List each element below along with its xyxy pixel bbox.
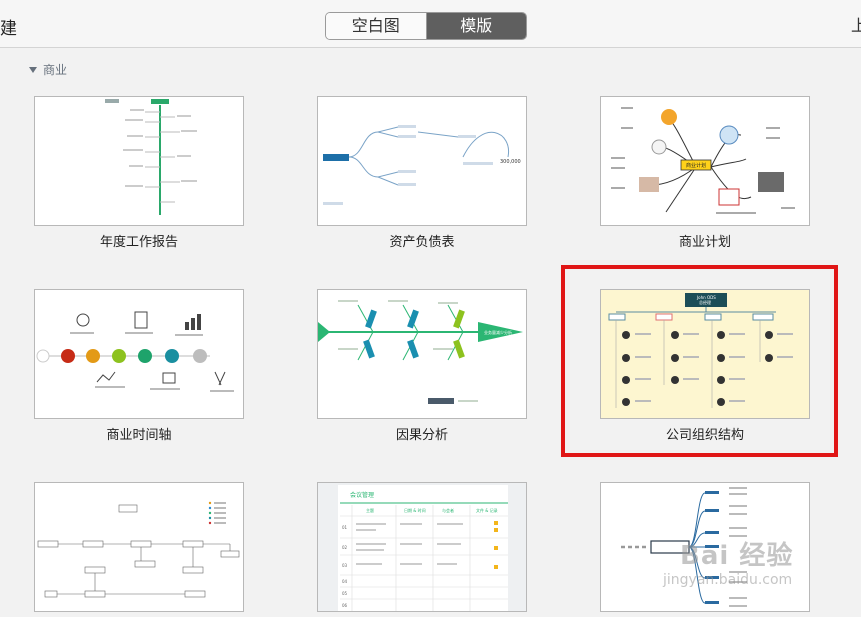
template-thumbnail: 会议管理 主题 日期 & 时间 与会者 文件 & 记录 01 02 03 04 … bbox=[317, 482, 527, 612]
template-thumbnail bbox=[34, 96, 244, 226]
template-label: 年度工作报告 bbox=[99, 235, 178, 250]
template-card-flowchart[interactable] bbox=[34, 482, 244, 617]
svg-text:总经理: 总经理 bbox=[699, 299, 711, 305]
template-label: 因果分析 bbox=[395, 428, 448, 443]
template-card-business-timeline[interactable]: 商业时间轴 bbox=[34, 289, 244, 443]
template-label: 商业计划 bbox=[678, 235, 731, 250]
collapse-triangle-icon bbox=[29, 66, 37, 73]
template-label: 商业时间轴 bbox=[106, 428, 172, 443]
svg-text:会议管理: 会议管理 bbox=[350, 491, 374, 499]
template-card-balance-sheet[interactable]: 300,000 资产负债表 bbox=[317, 96, 527, 250]
top-right-partial[interactable]: 上 bbox=[851, 12, 861, 34]
svg-text:300,000: 300,000 bbox=[500, 159, 521, 165]
watermark-logo: Bai 经验 bbox=[680, 541, 794, 571]
template-card-annual-report[interactable]: 年度工作报告 bbox=[34, 96, 244, 250]
template-thumbnail bbox=[34, 482, 244, 612]
template-card-meeting[interactable]: 会议管理 主题 日期 & 时间 与会者 文件 & 记录 01 02 03 04 … bbox=[317, 482, 527, 617]
svg-text:商业计划: 商业计划 bbox=[686, 162, 706, 169]
template-thumbnail: John ODS 总经理 bbox=[600, 289, 810, 419]
tab-blank-map[interactable]: 空白图 bbox=[326, 13, 427, 39]
svg-text:05: 05 bbox=[342, 591, 348, 596]
template-thumbnail: 商业计划 bbox=[600, 96, 810, 226]
template-thumbnail bbox=[34, 289, 244, 419]
template-label: 公司组织结构 bbox=[665, 428, 744, 443]
template-label: 资产负债表 bbox=[389, 235, 455, 250]
tab-templates[interactable]: 模版 bbox=[426, 13, 526, 39]
template-card-business-plan[interactable]: 商业计划 商业计划 bbox=[600, 96, 810, 250]
category-label: 商业 bbox=[43, 63, 68, 77]
category-business[interactable]: 商业 bbox=[29, 61, 67, 78]
svg-text:主题: 主题 bbox=[366, 507, 374, 513]
template-card-cause-effect[interactable]: 业务量减少分析 因果分析 bbox=[317, 289, 527, 443]
top-bar: 建 空白图 模版 上 bbox=[0, 0, 861, 48]
svg-text:业务量减少分析: 业务量减少分析 bbox=[484, 329, 512, 335]
mode-switch[interactable]: 空白图 模版 bbox=[325, 12, 527, 40]
svg-text:02: 02 bbox=[342, 545, 348, 550]
svg-text:01: 01 bbox=[342, 525, 348, 530]
svg-text:文件 & 记录: 文件 & 记录 bbox=[476, 507, 498, 513]
svg-text:06: 06 bbox=[342, 603, 348, 608]
template-card-org-chart[interactable]: John ODS 总经理 公司组织结构 bbox=[600, 289, 810, 443]
template-thumbnail: 300,000 bbox=[317, 96, 527, 226]
svg-text:04: 04 bbox=[342, 579, 348, 584]
svg-text:与会者: 与会者 bbox=[442, 507, 454, 513]
svg-text:日期 & 时间: 日期 & 时间 bbox=[404, 507, 426, 513]
svg-text:03: 03 bbox=[342, 563, 348, 568]
watermark-url: jingyan.baidu.com bbox=[663, 572, 793, 588]
template-thumbnail: 业务量减少分析 bbox=[317, 289, 527, 419]
window-title: 建 bbox=[0, 19, 17, 39]
